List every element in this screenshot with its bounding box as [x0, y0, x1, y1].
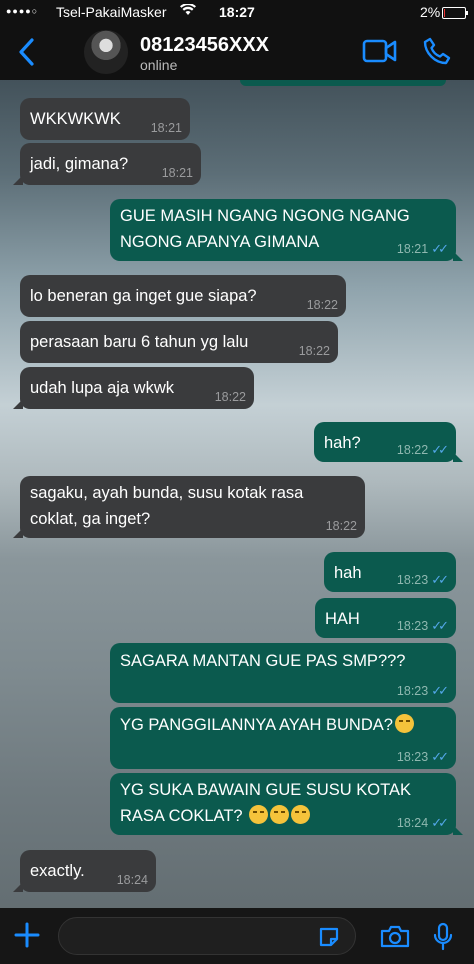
back-chevron-icon[interactable] [12, 34, 42, 70]
message-text: exactly. [30, 862, 85, 880]
outgoing-message[interactable]: hah? 18:22 ✓✓ [314, 422, 463, 462]
message-time: 18:21 [150, 121, 182, 135]
crying-emoji-icon [394, 714, 414, 733]
battery-percent: 2% [420, 4, 441, 20]
message-text: udah lupa aja wkwk [30, 379, 175, 397]
battery-icon [442, 7, 468, 19]
message-time: 18:23 [396, 684, 429, 698]
message-time: 18:22 [396, 443, 429, 457]
message-time: 18:24 [396, 816, 429, 830]
message-text: hah? [324, 434, 361, 452]
chat-header: 08123456XXX online [0, 24, 474, 80]
incoming-message[interactable]: exactly. 18:24 [13, 850, 156, 892]
message-input[interactable] [58, 917, 356, 955]
read-ticks-icon: ✓✓ [431, 618, 449, 633]
outgoing-message[interactable]: HAH 18:23 ✓✓ [315, 598, 456, 638]
message-text-line: coklat, ga inget? [30, 510, 151, 528]
message-time: 18:23 [396, 573, 429, 587]
outgoing-message[interactable]: GUE MASIH NGANG NGONG NGANG NGONG APANYA… [110, 199, 463, 261]
avatar[interactable] [84, 30, 128, 74]
message-text: SAGARA MANTAN GUE PAS SMP??? [120, 652, 406, 670]
message-time: 18:21 [396, 242, 429, 256]
incoming-message[interactable]: lo beneran ga inget gue siapa? 18:22 [20, 275, 346, 317]
voice-call-icon[interactable] [422, 36, 452, 71]
battery-fill [444, 9, 445, 17]
camera-icon[interactable] [380, 924, 410, 953]
message-text: jadi, gimana? [30, 155, 129, 173]
clock: 18:27 [219, 4, 255, 20]
outgoing-message[interactable]: hah 18:23 ✓✓ [324, 552, 456, 592]
contact-name[interactable]: 08123456XXX [140, 34, 269, 57]
read-ticks-icon: ✓✓ [431, 683, 449, 698]
message-text: perasaan baru 6 tahun yg lalu [30, 333, 249, 351]
message-time: 18:21 [161, 166, 193, 180]
carrier-name: Tsel-PakaiMasker [56, 4, 167, 20]
presence-status: online [140, 57, 178, 73]
read-ticks-icon: ✓✓ [431, 241, 449, 256]
read-ticks-icon: ✓✓ [431, 442, 449, 457]
message-text: hah [334, 564, 362, 582]
message-time: 18:24 [116, 873, 148, 887]
wifi-icon [180, 3, 196, 19]
sticker-icon[interactable] [318, 926, 340, 953]
crying-emoji-icon [249, 805, 269, 824]
incoming-message[interactable]: WKKWKWK 18:21 [20, 98, 190, 140]
message-time: 18:23 [396, 750, 429, 764]
video-call-icon[interactable] [362, 38, 398, 69]
message-text-line: sagaku, ayah bunda, susu kotak rasa [30, 484, 304, 502]
outgoing-message[interactable]: YG PANGGILANNYA AYAH BUNDA? 18:23 ✓✓ [110, 707, 456, 769]
outgoing-message[interactable]: SAGARA MANTAN GUE PAS SMP??? 18:23 ✓✓ [110, 643, 456, 703]
incoming-message[interactable]: sagaku, ayah bunda, susu kotak rasa cokl… [13, 476, 365, 538]
composer-bar [0, 908, 474, 964]
message-text: WKKWKWK [30, 110, 121, 128]
message-time: 18:22 [325, 519, 357, 533]
message-time: 18:23 [396, 619, 429, 633]
outgoing-message[interactable]: YG SUKA BAWAIN GUE SUSU KOTAK RASA COKLA… [110, 773, 463, 835]
message-text: lo beneran ga inget gue siapa? [30, 287, 257, 305]
message-text-line: YG SUKA BAWAIN GUE SUSU KOTAK [120, 781, 411, 799]
incoming-message[interactable]: perasaan baru 6 tahun yg lalu 18:22 [20, 321, 338, 363]
plus-icon[interactable] [12, 920, 42, 955]
previous-message-edge [240, 80, 446, 86]
message-text-line: RASA COKLAT? [120, 807, 243, 825]
message-text-line: GUE MASIH NGANG NGONG NGANG [120, 207, 410, 225]
message-time: 18:22 [306, 298, 338, 312]
crying-emoji-icon [291, 805, 311, 824]
message-time: 18:22 [298, 344, 330, 358]
message-text: YG PANGGILANNYA AYAH BUNDA? [120, 716, 393, 734]
microphone-icon[interactable] [432, 922, 454, 957]
incoming-message[interactable]: udah lupa aja wkwk 18:22 [13, 367, 254, 409]
message-time: 18:22 [214, 390, 246, 404]
signal-icon: ●●●●○ [6, 6, 39, 16]
incoming-message[interactable]: jadi, gimana? 18:21 [13, 143, 201, 185]
read-ticks-icon: ✓✓ [431, 749, 449, 764]
crying-emoji-icon [270, 805, 290, 824]
read-ticks-icon: ✓✓ [431, 572, 449, 587]
status-bar: ●●●●○ Tsel-PakaiMasker 18:27 2% [0, 0, 474, 24]
message-text: HAH [325, 610, 360, 628]
read-ticks-icon: ✓✓ [431, 815, 449, 830]
